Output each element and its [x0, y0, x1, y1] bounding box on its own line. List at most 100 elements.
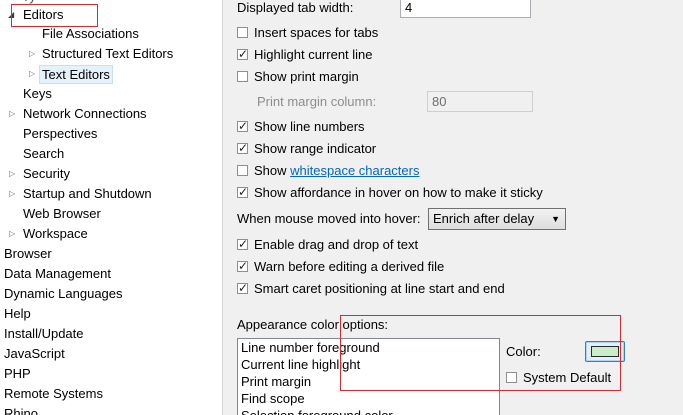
tree-item-php[interactable]: PHP: [4, 364, 31, 384]
checkbox-box[interactable]: ✓: [237, 141, 249, 155]
tree-item-label: Editors: [23, 7, 64, 22]
collapsed-triangle-icon[interactable]: ▷: [9, 184, 15, 204]
tree-item-javascript[interactable]: JavaScript: [4, 344, 65, 364]
tab-width-label: Displayed tab width:: [237, 0, 354, 15]
collapsed-triangle-icon[interactable]: ▷: [9, 104, 15, 124]
checkbox-label: System Default: [523, 370, 612, 385]
checkbox-label: Show range indicator: [254, 141, 377, 156]
check-icon: ✓: [238, 237, 249, 251]
tree-item-security[interactable]: ▷ Security: [0, 164, 220, 184]
tree-item-label: Startup and Shutdown: [23, 186, 152, 201]
tree-item-file-associations[interactable]: File Associations: [42, 24, 139, 44]
check-icon: ✓: [238, 47, 249, 61]
tree-item-search[interactable]: Search: [23, 144, 64, 164]
checkbox-label: Show line numbers: [254, 119, 365, 134]
whitespace-characters-link[interactable]: whitespace characters: [290, 163, 419, 178]
tab-width-input[interactable]: 4: [400, 0, 531, 18]
checkbox-box[interactable]: [237, 27, 248, 38]
whitespace-prefix: Show: [254, 163, 291, 178]
check-icon: ✓: [238, 141, 249, 155]
tree-item-label: Browser: [4, 246, 52, 261]
check-icon: ✓: [238, 185, 249, 199]
hover-mode-select[interactable]: Enrich after delay ▼: [428, 208, 566, 230]
list-item[interactable]: Find scope: [238, 390, 499, 407]
tree-item-label: File Associations: [42, 26, 139, 41]
tree-item-label: Workspace: [23, 226, 88, 241]
appearance-color-options-label: Appearance color options:: [237, 317, 389, 332]
check-icon: ✓: [238, 119, 249, 133]
tree-item-label: Search: [23, 146, 65, 161]
tree-item-network-connections[interactable]: ▷ Network Connections: [0, 104, 220, 124]
tree-item-label: Keys: [23, 86, 52, 101]
checkbox-label: Highlight current line: [254, 47, 373, 62]
hover-label: When mouse moved into hover:: [237, 211, 421, 226]
tree-item-label: Dynamic Languages: [4, 286, 123, 301]
tree-item-perspectives[interactable]: Perspectives: [23, 124, 97, 144]
tree-item-label: Web Browser: [23, 206, 101, 221]
tree-item-label: Text Editors: [39, 65, 113, 84]
checkbox-box[interactable]: ✓: [237, 119, 249, 133]
hover-mode-value: Enrich after delay: [433, 211, 535, 226]
collapsed-triangle-icon[interactable]: ▷: [29, 64, 35, 84]
tree-item-structured-text-editors[interactable]: ▷ Structured Text Editors: [0, 44, 220, 64]
checkbox-label: Show print margin: [254, 69, 359, 84]
checkbox-box[interactable]: ✓: [237, 185, 249, 199]
collapsed-triangle-icon[interactable]: ▷: [29, 44, 35, 64]
preferences-tree[interactable]: Ty ◢ Editors File Associations ▷ Structu…: [0, 0, 223, 415]
list-item[interactable]: Selection foreground color: [238, 407, 499, 415]
checkbox-box[interactable]: [506, 372, 517, 383]
check-icon: ✓: [238, 281, 249, 295]
tree-item-label: Perspectives: [23, 126, 98, 141]
tree-item-startup-shutdown[interactable]: ▷ Startup and Shutdown: [0, 184, 220, 204]
checkbox-box[interactable]: ✓: [237, 237, 249, 251]
expanded-triangle-icon[interactable]: ◢: [8, 5, 14, 25]
tree-item-data-management[interactable]: Data Management: [4, 264, 111, 284]
tree-item-label: Structured Text Editors: [42, 46, 174, 61]
tree-item-label: Data Management: [4, 266, 111, 281]
print-margin-column-label: Print margin column:: [257, 94, 377, 109]
tree-item-web-browser[interactable]: Web Browser: [23, 204, 101, 224]
tree-item-label: Help: [4, 306, 31, 321]
checkbox-label: Smart caret positioning at line start an…: [254, 281, 505, 296]
tree-item-keys[interactable]: Keys: [23, 84, 52, 104]
tree-item-dynamic-languages[interactable]: Dynamic Languages: [4, 284, 123, 304]
color-label: Color:: [506, 344, 541, 359]
tree-item-browser[interactable]: Browser: [4, 244, 52, 264]
tree-item-label: Remote Systems: [4, 386, 103, 401]
tree-item-install-update[interactable]: Install/Update: [4, 324, 84, 344]
tree-item-label: JavaScript: [4, 346, 65, 361]
tree-item-help[interactable]: Help: [4, 304, 31, 324]
checkbox-label: Enable drag and drop of text: [254, 237, 419, 252]
color-picker-button[interactable]: [585, 341, 625, 362]
checkbox-label: Show affordance in hover on how to make …: [254, 185, 543, 200]
checkbox-label: Insert spaces for tabs: [254, 25, 379, 40]
tree-item-label: PHP: [4, 366, 31, 381]
checkbox-box[interactable]: ✓: [237, 259, 249, 273]
tree-item-editors[interactable]: ◢ Editors: [0, 5, 220, 25]
checkbox-label: Warn before editing a derived file: [254, 259, 445, 274]
text-editors-preference-page: Displayed tab width: 4 Insert spaces for…: [223, 0, 683, 415]
tree-item-label: Network Connections: [23, 106, 147, 121]
tree-item-label: Install/Update: [4, 326, 84, 341]
check-icon: ✓: [238, 259, 249, 273]
list-item[interactable]: Line number foreground: [238, 339, 499, 356]
checkbox-box[interactable]: [237, 165, 248, 176]
collapsed-triangle-icon[interactable]: ▷: [9, 224, 15, 244]
tree-item-text-editors[interactable]: ▷ Text Editors: [0, 64, 220, 84]
print-margin-column-input[interactable]: 80: [427, 91, 533, 112]
appearance-color-list[interactable]: Line number foreground Current line high…: [237, 338, 500, 415]
list-item[interactable]: Print margin: [238, 373, 499, 390]
color-swatch: [591, 346, 619, 357]
checkbox-box[interactable]: ✓: [237, 47, 249, 61]
checkbox-label: Show whitespace characters: [254, 161, 419, 181]
chevron-down-icon: ▼: [551, 214, 560, 224]
tree-item-workspace[interactable]: ▷ Workspace: [0, 224, 220, 244]
tree-item-rhino[interactable]: Rhino: [4, 404, 38, 415]
list-item[interactable]: Current line highlight: [238, 356, 499, 373]
tree-item-remote-systems[interactable]: Remote Systems: [4, 384, 103, 404]
tree-item-label: Rhino: [4, 406, 38, 415]
checkbox-box[interactable]: ✓: [237, 281, 249, 295]
collapsed-triangle-icon[interactable]: ▷: [9, 164, 15, 184]
checkbox-box[interactable]: [237, 71, 248, 82]
tree-item-label: Security: [23, 166, 70, 181]
